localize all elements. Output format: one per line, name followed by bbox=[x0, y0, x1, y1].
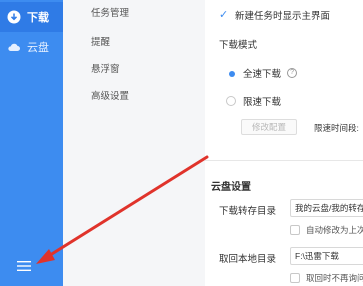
checkbox-icon bbox=[290, 273, 300, 283]
sidebar-item-download[interactable]: 下载 bbox=[0, 2, 63, 32]
limited-speed-radio[interactable]: 限速下载 bbox=[226, 94, 281, 108]
sidebar: 下载 云盘 bbox=[0, 0, 63, 286]
limit-period-label: 限速时间段: bbox=[314, 123, 359, 133]
auto-modify-option[interactable]: 自动修改为上次 bbox=[290, 224, 363, 236]
checkmark-icon: ✓ bbox=[219, 9, 229, 21]
download-mode-title: 下载模式 bbox=[219, 40, 258, 51]
radio-selected-icon bbox=[226, 68, 236, 78]
help-icon[interactable]: ? bbox=[287, 68, 298, 78]
nav-item-task-management[interactable]: 任务管理 bbox=[91, 5, 129, 19]
cloud-icon bbox=[8, 43, 21, 51]
local-dir-label: 取回本地目录 bbox=[219, 254, 277, 265]
transfer-dir-label: 下载转存目录 bbox=[219, 206, 277, 217]
modify-config-button[interactable]: 修改配置 bbox=[241, 119, 297, 135]
download-icon bbox=[7, 10, 21, 24]
nav-item-floating-window[interactable]: 悬浮窗 bbox=[91, 61, 120, 75]
transfer-dir-field[interactable]: 我的云盘/我的转存 bbox=[290, 199, 363, 217]
no-ask-option[interactable]: 取回时不再询问 bbox=[290, 272, 363, 284]
sidebar-item-label: 下载 bbox=[27, 12, 49, 24]
local-dir-field[interactable]: F:\迅雷下载 bbox=[290, 247, 363, 265]
sidebar-item-cloud[interactable]: 云盘 bbox=[0, 32, 63, 62]
nav-item-reminder[interactable]: 提醒 bbox=[91, 34, 110, 48]
cloud-settings-title: 云盘设置 bbox=[211, 182, 251, 193]
full-speed-radio[interactable]: 全速下载 ? bbox=[226, 66, 298, 80]
settings-nav: 任务管理 提醒 悬浮窗 高级设置 bbox=[63, 0, 205, 286]
section-divider bbox=[205, 160, 363, 161]
radio-unselected-icon bbox=[226, 96, 236, 106]
checkbox-icon bbox=[290, 225, 300, 235]
radio-label: 限速下载 bbox=[243, 97, 282, 108]
show-main-on-new-task-option[interactable]: ✓ 新建任务时显示主界面 bbox=[219, 8, 331, 23]
option-label: 新建任务时显示主界面 bbox=[235, 11, 331, 22]
menu-icon[interactable] bbox=[16, 259, 32, 273]
option-label: 取回时不再询问 bbox=[306, 273, 363, 283]
nav-item-advanced[interactable]: 高级设置 bbox=[91, 88, 129, 102]
sidebar-item-label: 云盘 bbox=[27, 42, 49, 54]
radio-label: 全速下载 bbox=[243, 69, 282, 80]
option-label: 自动修改为上次 bbox=[306, 225, 363, 235]
